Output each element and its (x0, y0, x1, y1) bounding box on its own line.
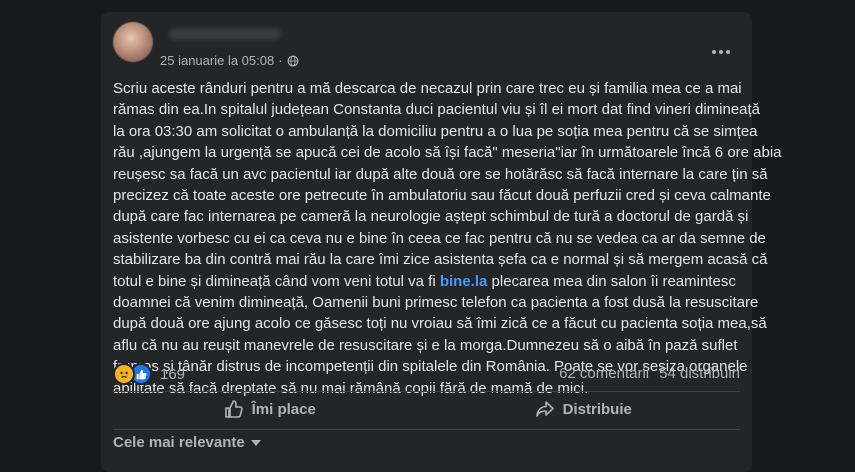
post-card: 25 ianuarie la 05:08 · Scriu aceste rând… (101, 12, 782, 472)
post-text-line: Scriu aceste rânduri pentru a mă descarc… (113, 80, 742, 97)
post-text: Scriu aceste rânduri pentru a mă descarc… (113, 78, 782, 399)
post-text-line-with-link: totul e bine și dimineață când vom veni … (113, 271, 740, 292)
share-label: Distribuie (562, 400, 632, 418)
meta-separator: · (278, 53, 283, 68)
post-actions: Îmi place Distribuie (113, 391, 740, 427)
inline-link[interactable]: bine.la (440, 273, 488, 290)
post-text-line: după două ore ajung acolo ce găsesc toți… (113, 315, 767, 333)
caret-down-icon (250, 439, 261, 446)
comments-count[interactable]: 62 comentarii (559, 365, 649, 382)
more-horizontal-icon (712, 50, 730, 54)
share-button[interactable]: Distribuie (427, 391, 741, 427)
post-text-line: rămas din ea.In spitalul județean Consta… (113, 101, 761, 119)
like-button[interactable]: Îmi place (113, 391, 427, 427)
more-options-button[interactable] (706, 42, 736, 62)
avatar[interactable] (113, 22, 153, 62)
comment-sort-dropdown[interactable]: Cele mai relevante (113, 434, 261, 451)
comment-sort-label: Cele mai relevante (113, 434, 245, 451)
post-text-line: după care fac internarea pe cameră la ne… (113, 208, 749, 226)
post-text-line: precizez că toate aceste ore petrecute î… (113, 187, 771, 205)
engagement-stats: 62 comentarii 54 distribuiri (559, 365, 740, 382)
divider (113, 429, 740, 430)
reaction-count: 169 (160, 365, 186, 383)
share-arrow-icon (535, 401, 554, 417)
post-text-segment: totul e bine și dimineață când vom veni … (113, 272, 440, 290)
post-text-line: stabilizare ba din contră mai rău la car… (113, 251, 768, 269)
post-text-segment: plecarea mea din salon îi reamintesc (487, 272, 736, 290)
like-label: Îmi place (251, 400, 316, 418)
post-text-line: rău ,ajungem la urgență se apucă cei de … (113, 144, 782, 162)
post-meta: 25 ianuarie la 05:08 · (160, 53, 299, 68)
author-name-redacted[interactable] (169, 28, 281, 40)
post-header: 25 ianuarie la 05:08 · (113, 22, 740, 68)
post-text-line: doamnei că venim dimineață, Oamenii buni… (113, 294, 759, 312)
sad-reaction-icon (113, 363, 135, 385)
post-date[interactable]: 25 ianuarie la 05:08 (160, 53, 274, 68)
post-text-line: asistente vorbesc cu ei ca ceva nu e bin… (113, 229, 766, 247)
post-text-line: aflu că nu au reușit manevrele de resusc… (113, 336, 738, 354)
globe-icon (287, 55, 298, 66)
reactions-summary[interactable]: 169 (113, 363, 185, 385)
post-text-line: la ora 03:30 am solicitat o ambulanță la… (113, 122, 758, 140)
shares-count[interactable]: 54 distribuiri (659, 365, 740, 382)
post-text-line: reușesc sa facă un avc pacientul iar dup… (113, 165, 768, 183)
thumbs-up-icon (224, 400, 243, 418)
